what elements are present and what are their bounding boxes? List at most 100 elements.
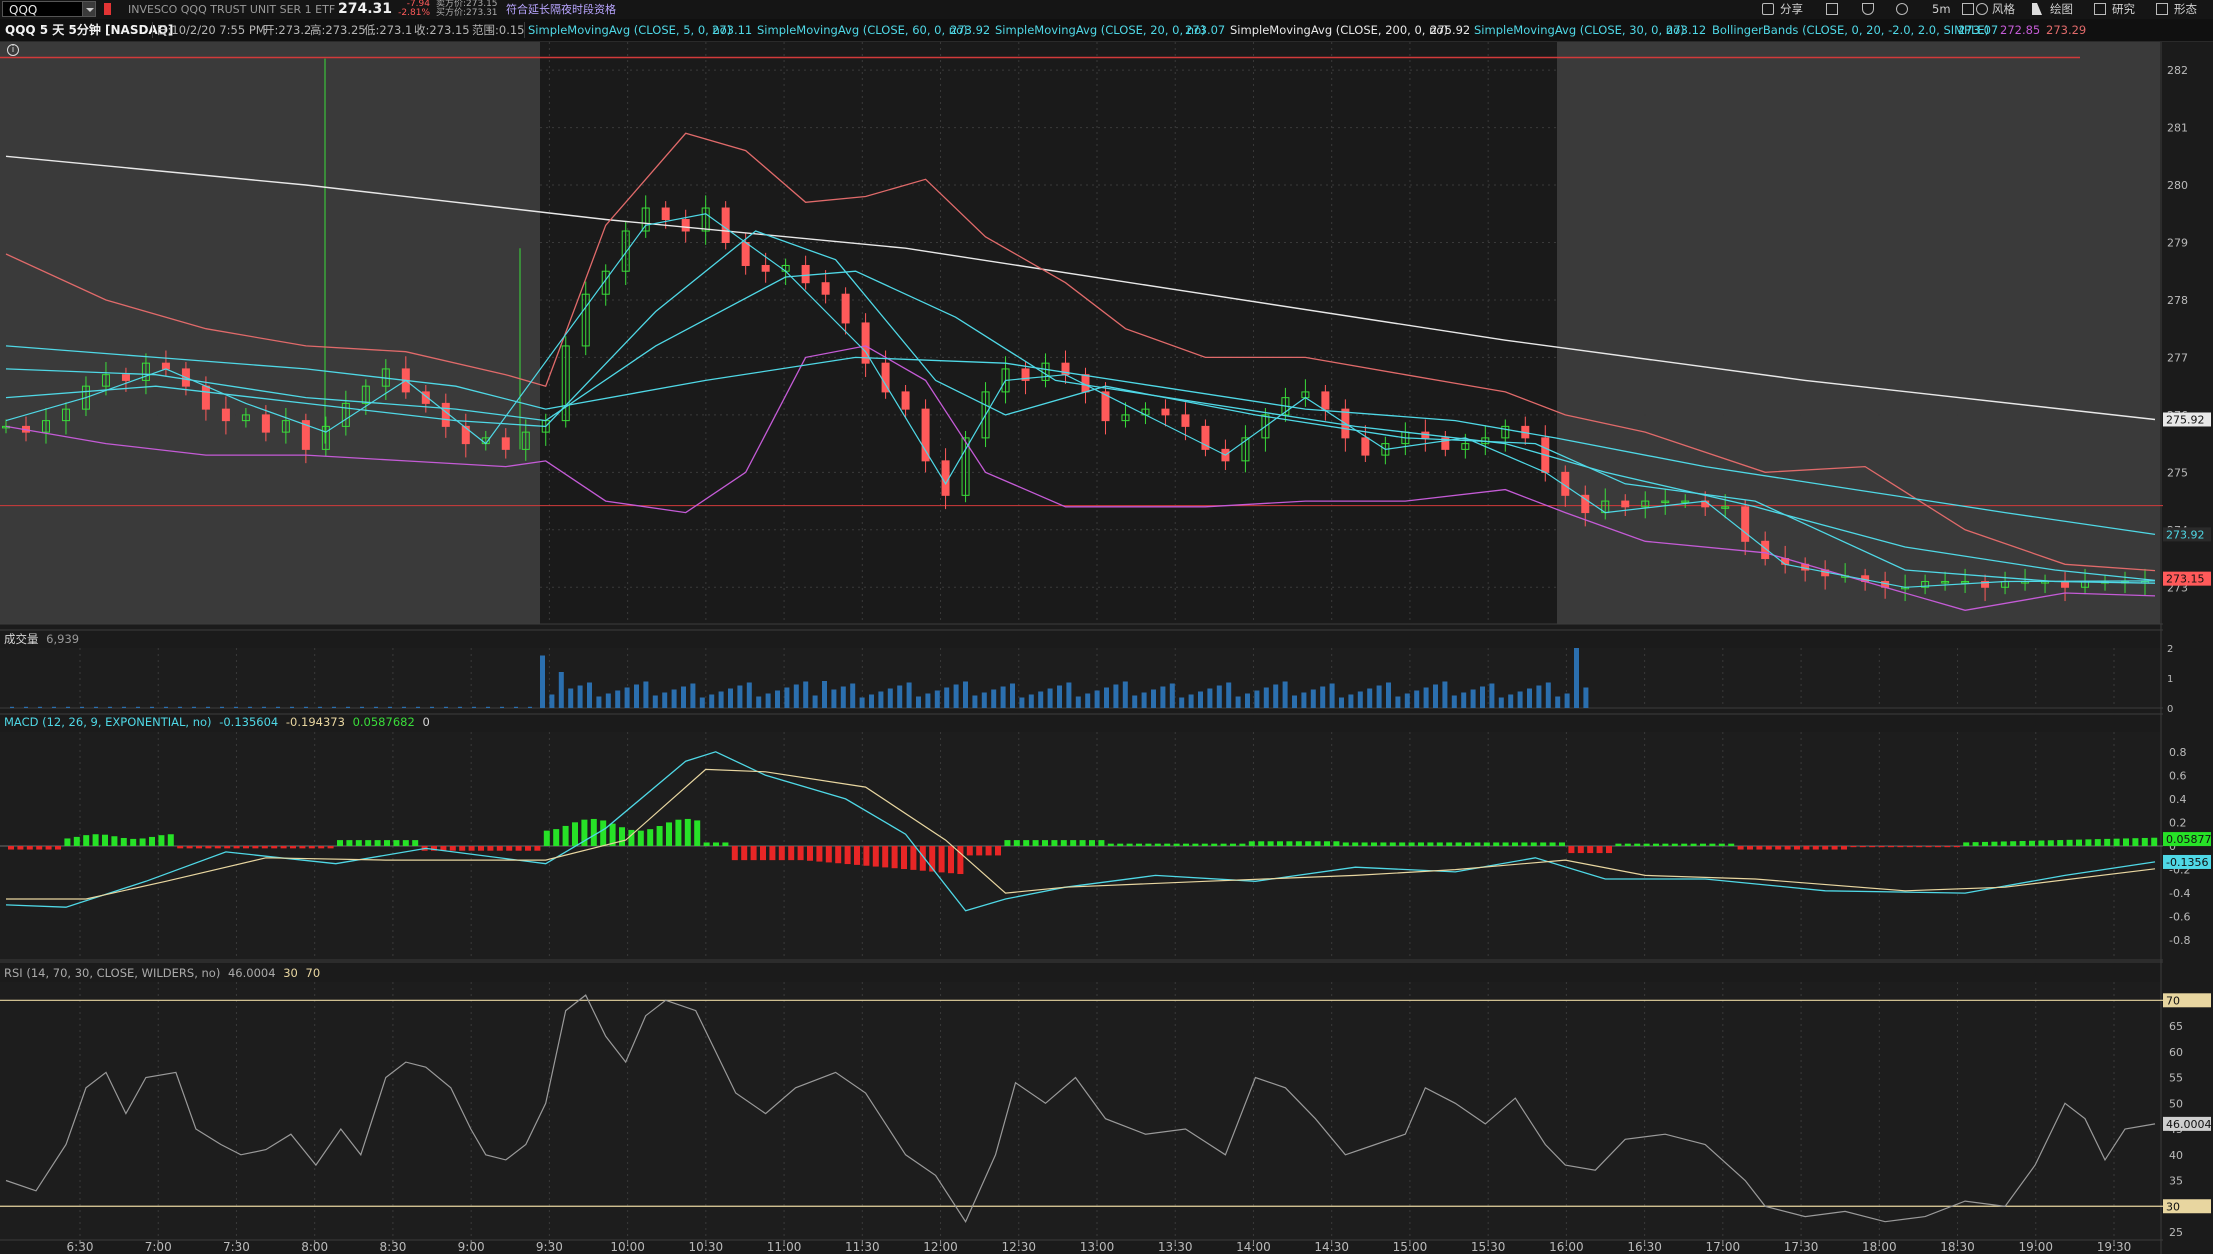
price-tick-label: 280 [2167,179,2188,192]
macd-histogram-bar [271,846,278,849]
rsi-tick-label: 55 [2169,1072,2183,1085]
volume-bar [831,689,837,708]
macd-histogram-bar [280,846,287,849]
gear-icon[interactable] [1896,3,1908,15]
macd-histogram-bar [590,818,597,846]
macd-histogram-bar [1784,846,1791,850]
chart-type-icon[interactable] [1962,3,1974,15]
macd-histogram-bar [1371,842,1377,846]
candle-body [921,408,930,462]
info-icon[interactable]: i [7,44,19,56]
volume-bar [1564,693,1570,708]
macd-histogram-bar [891,846,898,869]
symbol-input[interactable]: QQQ [2,1,92,17]
macd-histogram-bar [854,846,860,865]
volume-bar [1348,694,1354,708]
macd-histogram-bar [1258,841,1265,846]
macd-histogram-bar [1183,843,1189,846]
volume-bar [981,692,987,708]
patterns-button[interactable]: 形态 [2174,0,2197,19]
macd-histogram-bar [741,846,748,861]
macd-histogram-bar [1935,846,1941,848]
drawings-button[interactable]: 绘图 [2050,0,2073,19]
volume-bar [1433,684,1438,708]
macd-histogram-bar [2047,840,2054,846]
macd-label-row: MACD (12, 26, 9, EXPONENTIAL, no) -0.135… [4,713,430,731]
rsi-tick-label: 35 [2169,1175,2183,1188]
macd-histogram-bar [1982,841,1988,846]
volume-bar [765,693,771,708]
macd-histogram-bar [1455,842,1462,846]
volume-bar [1263,687,1269,708]
rsi-label[interactable]: RSI (14, 70, 30, CLOSE, WILDERS, no) [4,966,220,980]
macd-histogram-bar [938,846,945,873]
volume-bar-ext [24,706,28,708]
macd-label[interactable]: MACD (12, 26, 9, EXPONENTIAL, no) [4,715,212,729]
macd-histogram-bar [55,846,61,850]
macd-histogram-bar [1342,842,1349,846]
macd-histogram-bar [1765,846,1772,850]
volume-bar-ext [500,706,504,708]
chart-canvas[interactable]: 282281280279278277276275274273275.92273.… [0,42,2213,1254]
macd-histogram-bar [2076,839,2082,846]
macd-tick-label: -0.8 [2169,934,2190,947]
macd-histogram-bar [844,846,851,865]
pane-background [0,982,2160,1240]
macd-histogram-bar [647,829,654,846]
flask-icon[interactable] [1862,3,1874,15]
volume-bar-ext [318,706,322,708]
volume-bar [1310,689,1316,708]
ask-price: 买方价:273.31 [436,8,498,18]
top-bar: QQQ INVESCO QQQ TRUST UNIT SER 1 ETF 274… [0,0,2213,20]
volume-bar [1292,695,1297,708]
share-button[interactable]: 分享 [1780,0,1803,19]
volume-bar [822,681,827,708]
volume-bar-ext [38,706,42,708]
macd-histogram-bar [64,838,71,846]
study-sma30-label[interactable]: SimpleMovingAvg (CLOSE, 30, 0, no) [1474,19,1685,41]
candle-body [661,207,670,221]
studies-icon[interactable] [2094,3,2106,15]
volume-bar-ext [108,706,112,708]
volume-bar-ext [52,706,56,708]
study-sma200-label[interactable]: SimpleMovingAvg (CLOSE, 200, 0, no) [1230,19,1448,41]
volume-bar [953,684,959,708]
candle-body [681,219,690,232]
study-sma60-label[interactable]: SimpleMovingAvg (CLOSE, 60, 0, no) [757,19,968,41]
volume-bar [1122,681,1128,708]
study-bollinger-label[interactable]: BollingerBands (CLOSE, 0, 20, -2.0, 2.0,… [1712,19,1989,41]
macd-histogram-bar [139,838,146,846]
volume-bar [1010,683,1015,708]
rsi-label-row: RSI (14, 70, 30, CLOSE, WILDERS, no) 46.… [4,964,320,982]
cursor-icon[interactable] [2032,3,2042,15]
candle-body [121,374,130,381]
style-icon[interactable] [1976,3,1988,15]
volume-bar-ext [276,706,280,708]
studies-button[interactable]: 研究 [2112,0,2135,19]
macd-value-2: -0.194373 [285,715,345,729]
macd-histogram-bar [1615,843,1622,846]
volume-tick-label: 1 [2167,674,2173,685]
volume-bar [1451,695,1457,708]
study-sma20-label[interactable]: SimpleMovingAvg (CLOSE, 20, 0, no) [995,19,1206,41]
candle-body [261,414,270,433]
volume-bar [1357,691,1363,708]
timeframe-button[interactable]: 5m [1932,0,1951,19]
study-sma30-value: 273.12 [1666,23,1707,37]
rsi-tick-label: 50 [2169,1097,2183,1110]
share-icon[interactable] [1762,3,1774,15]
macd-badge-macd: -0.1356 [2166,856,2208,869]
style-button[interactable]: 风格 [1992,0,2015,19]
patterns-icon[interactable] [2156,3,2168,15]
macd-histogram-bar [243,846,249,849]
candle-body [721,207,730,243]
macd-histogram-bar [910,846,917,870]
study-sma5-label[interactable]: SimpleMovingAvg (CLOSE, 5, 0, no) [528,19,731,41]
volume-bar [793,684,799,708]
macd-histogram-bar [252,846,259,849]
symbol-dropdown-icon[interactable] [82,1,96,17]
macd-histogram-bar [1483,842,1490,846]
volume-bar-ext [136,706,140,708]
volume-bar [643,681,649,708]
layout-icon[interactable] [1826,3,1838,15]
